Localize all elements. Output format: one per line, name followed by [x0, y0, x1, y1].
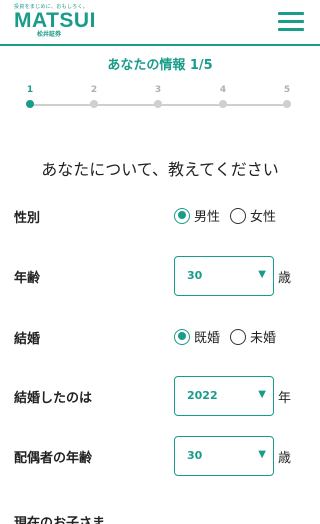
spouse-age-unit: 歳	[278, 451, 292, 466]
marriage-option-single[interactable]: 未婚	[230, 327, 276, 346]
section-heading: あなたについて、教えてください	[41, 160, 279, 179]
step-dot	[90, 100, 98, 108]
hamburger-menu-icon[interactable]	[278, 12, 304, 32]
spouse-age-label: 配偶者の年齢	[14, 451, 93, 466]
step-1: 1	[22, 84, 38, 108]
radio-selected-icon[interactable]	[174, 207, 190, 224]
gender-option-female[interactable]: 女性	[230, 206, 276, 225]
gender-option-label: 女性	[250, 210, 277, 225]
step-number: 5	[283, 85, 291, 95]
married-year-label: 結婚したのは	[14, 391, 93, 406]
progress-stepper: 1 2 3 4 5	[22, 84, 298, 114]
step-number: 2	[90, 85, 98, 95]
married-year-unit: 年	[278, 391, 292, 406]
step-2: 2	[86, 84, 102, 108]
marriage-radio-group: 既婚 未婚	[174, 327, 286, 346]
step-dot	[283, 100, 291, 108]
radio-unselected-icon[interactable]	[230, 328, 247, 345]
married-year-select[interactable]: 2022 ▼	[174, 376, 274, 416]
marriage-label: 結婚	[14, 332, 41, 347]
matsui-logo[interactable]: 投資をまじめに、おもしろく。 MATSUI 松井証券	[14, 4, 104, 39]
step-dot	[154, 100, 162, 108]
spouse-age-select-value: 30	[187, 449, 203, 462]
chevron-down-icon: ▼	[258, 269, 266, 280]
gender-radio-group: 男性 女性	[174, 206, 286, 225]
step-number: 4	[219, 85, 227, 95]
age-label: 年齢	[14, 271, 41, 286]
step-number: 1	[26, 85, 34, 95]
step-number: 3	[154, 85, 162, 95]
marriage-option-label: 既婚	[194, 331, 221, 346]
children-label: 現在のお子さま	[14, 516, 106, 524]
logo-wordmark: MATSUI	[14, 9, 96, 32]
step-5: 5	[279, 84, 295, 108]
age-select-value: 30	[187, 269, 203, 282]
gender-option-male[interactable]: 男性	[174, 206, 220, 225]
logo-company-name: 松井証券	[36, 31, 61, 38]
married-year-select-value: 2022	[187, 389, 218, 402]
marriage-option-married[interactable]: 既婚	[174, 327, 220, 346]
radio-selected-icon[interactable]	[174, 328, 190, 345]
gender-option-label: 男性	[194, 210, 221, 225]
step-dot	[219, 100, 227, 108]
marriage-option-label: 未婚	[250, 331, 277, 346]
app-header: 投資をまじめに、おもしろく。 MATSUI 松井証券	[0, 0, 320, 46]
chevron-down-icon: ▼	[258, 449, 266, 460]
radio-unselected-icon[interactable]	[230, 207, 247, 224]
age-unit: 歳	[278, 271, 292, 286]
gender-label: 性別	[14, 211, 41, 226]
age-select[interactable]: 30 ▼	[174, 256, 274, 296]
step-dot-active	[26, 100, 34, 108]
spouse-age-select[interactable]: 30 ▼	[174, 436, 274, 476]
chevron-down-icon: ▼	[258, 389, 266, 400]
step-title: あなたの情報 1/5	[107, 58, 213, 73]
step-3: 3	[150, 84, 166, 108]
step-4: 4	[215, 84, 231, 108]
